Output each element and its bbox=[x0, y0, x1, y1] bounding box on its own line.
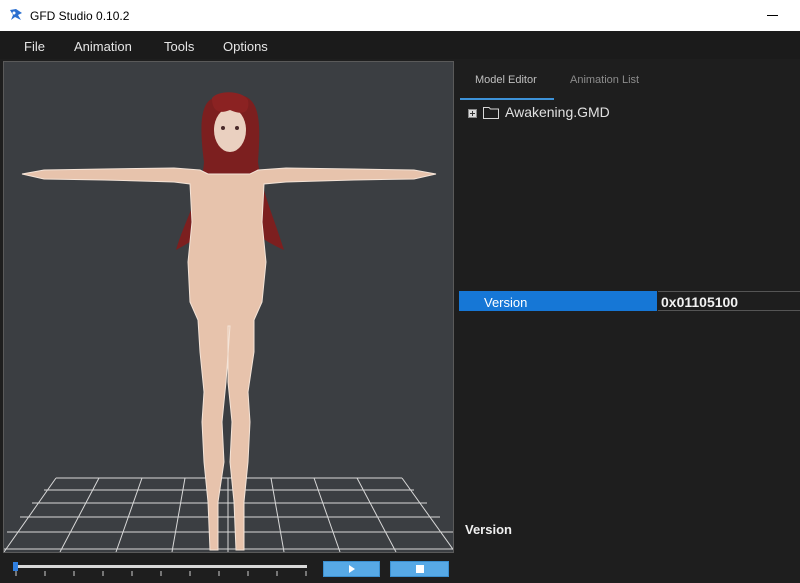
property-description-title: Version bbox=[465, 522, 512, 537]
timeline-thumb[interactable] bbox=[13, 562, 18, 571]
menu-options[interactable]: Options bbox=[223, 39, 268, 54]
timeline-slider[interactable] bbox=[15, 565, 307, 568]
expand-plus-icon[interactable] bbox=[468, 109, 477, 118]
property-value[interactable]: 0x01105100 bbox=[658, 291, 800, 311]
stop-icon bbox=[415, 565, 424, 573]
play-icon bbox=[348, 565, 355, 573]
floor-grid bbox=[4, 477, 453, 552]
property-name: Version bbox=[459, 291, 657, 311]
active-tab-indicator bbox=[460, 98, 554, 100]
window-title: GFD Studio 0.10.2 bbox=[30, 9, 130, 23]
head bbox=[214, 108, 246, 152]
model-viewport[interactable] bbox=[3, 61, 454, 553]
property-row-version[interactable]: Version 0x01105100 bbox=[459, 291, 800, 311]
gfd-app-icon bbox=[10, 9, 22, 20]
character-model bbox=[21, 167, 437, 551]
tree-node-label: Awakening.GMD bbox=[505, 104, 610, 120]
title-bar: GFD Studio 0.10.2 bbox=[0, 0, 800, 31]
stop-button[interactable] bbox=[390, 561, 449, 577]
viewport-scene bbox=[4, 92, 453, 552]
menu-animation[interactable]: Animation bbox=[74, 39, 132, 54]
timeline-ticks bbox=[15, 571, 307, 576]
tab-animation-list[interactable]: Animation List bbox=[570, 74, 639, 86]
minimize-icon[interactable] bbox=[767, 15, 778, 16]
menu-file[interactable]: File bbox=[24, 39, 45, 54]
play-button[interactable] bbox=[323, 561, 380, 577]
folder-icon bbox=[483, 107, 499, 119]
tab-model-editor[interactable]: Model Editor bbox=[475, 74, 537, 86]
menu-tools[interactable]: Tools bbox=[164, 39, 194, 54]
menu-bar: File Animation Tools Options bbox=[0, 31, 800, 59]
